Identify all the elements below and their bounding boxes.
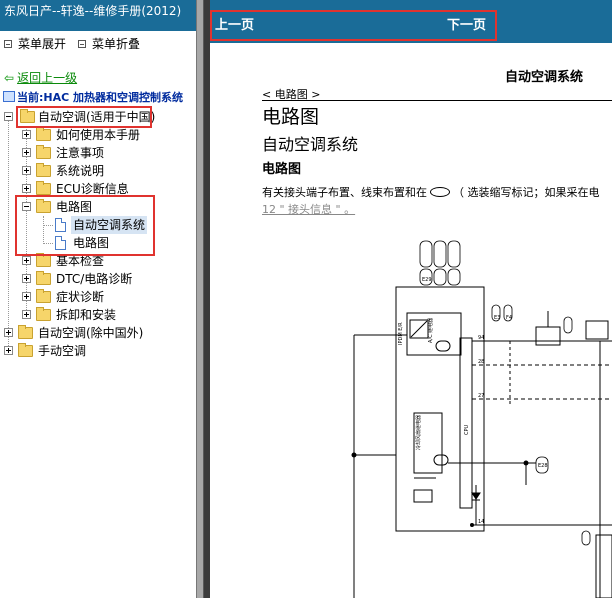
current-location: 当前:HAC 加热器和空调控制系统: [3, 90, 183, 106]
paragraph-text: （ 选装缩写标记；如果采在电: [453, 186, 600, 199]
expand-toggle-icon[interactable]: [22, 148, 31, 157]
computer-icon: [3, 91, 15, 102]
wiring-diagram: IPDM E/R A/C 继电器 CPU 冷却风扇继电器 E3 F4 94 28…: [351, 240, 612, 598]
folder-icon: [36, 289, 51, 303]
folder-icon: [36, 145, 51, 159]
tree-item-label: DTC/电路诊断: [56, 272, 133, 286]
app-title: 东风日产--轩逸--维修手册(2012): [0, 0, 196, 31]
folder-icon: [36, 253, 51, 267]
tree-item-system-description[interactable]: 系统说明: [0, 162, 196, 180]
collapse-icon: [78, 40, 86, 48]
expand-toggle-icon[interactable]: [4, 346, 13, 355]
navigation-pane: 东风日产--轩逸--维修手册(2012) 菜单展开 菜单折叠 ⇦ 返回上一级 当前…: [0, 0, 196, 598]
expand-toggle-icon[interactable]: [22, 130, 31, 139]
folder-icon: [36, 271, 51, 285]
tree-item-dtc-diagnosis[interactable]: DTC/电路诊断: [0, 270, 196, 288]
tree-item-removal-installation[interactable]: 拆卸和安装: [0, 306, 196, 324]
option-mark-icon: [430, 187, 450, 197]
ipdm-label: IPDM E/R: [398, 322, 404, 345]
expand-toggle-icon[interactable]: [22, 166, 31, 175]
highlight-box: [16, 106, 152, 128]
body-paragraph: 有关接头端子布置、线束布置和在 （ 选装缩写标记；如果采在电: [262, 184, 600, 200]
ac-relay-label: A/C 继电器: [427, 318, 434, 343]
tree-item-how-to-use[interactable]: 如何使用本手册: [0, 126, 196, 144]
wire-14-label: 14: [478, 519, 484, 525]
pane-splitter[interactable]: [196, 0, 204, 598]
nav-divider: [210, 43, 612, 46]
expand-toggle-icon[interactable]: [22, 292, 31, 301]
collapse-menu-label: 菜单折叠: [92, 37, 141, 51]
collapse-toggle-icon[interactable]: [4, 112, 13, 121]
tree-item-label: 症状诊断: [56, 290, 105, 304]
page-subtitle: 自动空调系统: [262, 135, 359, 154]
expand-icon: [4, 40, 12, 48]
tree-item-auto-ac-non-china[interactable]: 自动空调(除中国外): [0, 324, 196, 342]
fuse-e28-label: E28: [538, 463, 548, 469]
tree-item-label: 注意事项: [56, 146, 105, 160]
highlight-box: [210, 10, 497, 41]
folder-icon: [36, 127, 51, 141]
tree-item-symptom-diagnosis[interactable]: 症状诊断: [0, 288, 196, 306]
connector-info-link[interactable]: 12 " 接头信息 " 。: [262, 201, 355, 217]
expand-menu-label: 菜单展开: [18, 37, 67, 51]
expand-toggle-icon[interactable]: [22, 274, 31, 283]
tree-item-manual-ac[interactable]: 手动空调: [0, 342, 196, 360]
folder-icon: [36, 163, 51, 177]
current-location-label: 当前:HAC 加热器和空调控制系统: [17, 91, 184, 104]
folder-icon: [36, 181, 51, 195]
tree-item-label: 如何使用本手册: [56, 128, 141, 142]
back-arrow-icon: ⇦: [4, 71, 15, 85]
expand-toggle-icon[interactable]: [22, 184, 31, 193]
folder-icon: [36, 307, 51, 321]
tree-item-label: 拆卸和安装: [56, 308, 117, 322]
section-heading: 电路图: [262, 162, 302, 177]
divider: [262, 100, 612, 101]
back-link[interactable]: ⇦ 返回上一级: [4, 70, 77, 86]
expand-toggle-icon[interactable]: [4, 328, 13, 337]
expand-menu-button[interactable]: 菜单展开: [4, 35, 66, 53]
page-nav-bar: 上一页 下一页: [210, 0, 612, 43]
collapse-menu-button[interactable]: 菜单折叠: [78, 35, 140, 53]
content-pane: 上一页 下一页 自动空调系统 < 电路图 > 电路图 自动空调系统 电路图 有关…: [210, 0, 612, 598]
tree-toolbar: 菜单展开 菜单折叠: [0, 35, 196, 53]
wire-94-label: 94: [478, 335, 484, 341]
cooling-fan-relay-label: 冷却风扇继电器: [415, 415, 422, 450]
folder-icon: [18, 325, 33, 339]
tree-item-precautions[interactable]: 注意事项: [0, 144, 196, 162]
folder-icon: [18, 343, 33, 357]
cpu-label: CPU: [464, 424, 470, 435]
tree-item-label: 自动空调(除中国外): [38, 326, 144, 340]
back-link-label: 返回上一级: [17, 71, 78, 85]
fuse-e3-label: E3: [494, 315, 500, 321]
wire-27-label: 27: [478, 393, 484, 399]
fuse-e29-label: E29: [422, 277, 432, 283]
expand-toggle-icon[interactable]: [22, 256, 31, 265]
tree-item-label: 系统说明: [56, 164, 105, 178]
expand-toggle-icon[interactable]: [22, 310, 31, 319]
fuse-f4-label: F4: [506, 315, 512, 321]
highlight-box: [15, 195, 155, 256]
ipdm-box: [395, 286, 485, 532]
page-title: 电路图: [262, 106, 320, 128]
section-title: 自动空调系统: [505, 70, 584, 85]
wire-28-label: 28: [478, 359, 484, 365]
tree-item-label: 手动空调: [38, 344, 87, 358]
paragraph-text: 有关接头端子布置、线束布置和在: [262, 186, 427, 199]
